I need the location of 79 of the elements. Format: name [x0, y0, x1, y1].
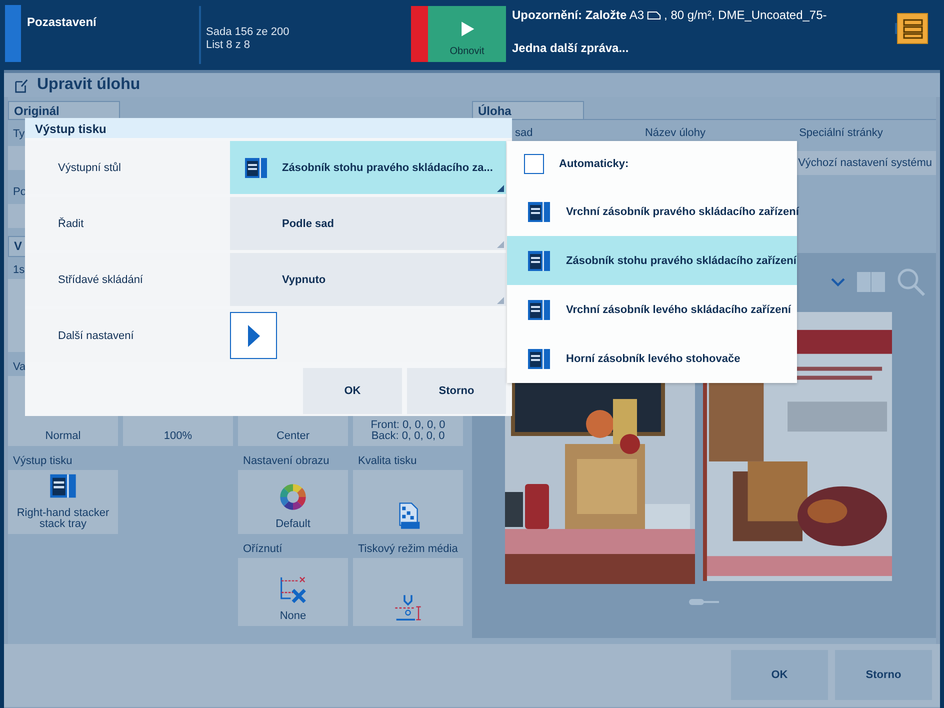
dialog-button[interactable]: OK: [303, 368, 402, 414]
setting-tile[interactable]: [353, 558, 463, 626]
media-mode-icon: [394, 594, 422, 622]
option-label: Horní zásobník levého stohovače: [566, 352, 740, 364]
printer-status: Pozastavení: [27, 6, 201, 64]
field-label: Ty: [12, 127, 26, 142]
setting-label: Střídavé skládání: [57, 274, 144, 286]
chevron-down-icon[interactable]: [830, 277, 846, 287]
play-icon: [246, 324, 260, 348]
stacker-tray-icon: [244, 156, 268, 180]
menu-item[interactable]: Automaticky:: [507, 141, 797, 187]
setting-label: Výstupní stůl: [57, 162, 122, 174]
dialog-button[interactable]: Storno: [407, 368, 506, 414]
menu-item[interactable]: Zásobník stohu pravého skládacího zařízení: [507, 236, 797, 285]
tile-label: Kvalita tisku: [357, 454, 417, 469]
edit-document-icon: [14, 78, 29, 92]
field-label: Název úlohy: [644, 126, 706, 141]
tile-label: Oříznutí: [242, 542, 282, 557]
status-indicator: [5, 5, 21, 62]
tile-label: Tiskový režim média: [357, 542, 458, 557]
section-tab[interactable]: Originál: [8, 101, 120, 119]
tile-value: Normal: [45, 431, 81, 442]
menu-item[interactable]: Horní zásobník levého stohovače: [507, 334, 797, 383]
corner-icon: [497, 185, 504, 192]
paper-orientation-icon: [647, 10, 662, 20]
menu-item[interactable]: Vrchní zásobník levého skládacího zařízení: [507, 285, 797, 334]
setting-tile[interactable]: None: [238, 558, 348, 626]
resume-button[interactable]: Obnovit: [428, 6, 506, 62]
more-messages-link[interactable]: Jedna další zpráva...: [512, 41, 629, 55]
tile-label: Va: [12, 360, 26, 375]
setting-field[interactable]: Výchozí nastavení systému: [794, 151, 936, 175]
field-label: Speciální stránky: [798, 126, 884, 141]
stacker-tray-icon: [49, 472, 77, 500]
dropdown[interactable]: Zásobník stohu pravého skládacího za...: [230, 141, 506, 194]
tile-label: Výstup tisku: [12, 454, 72, 469]
option-label: Vrchní zásobník levého skládacího zařízení: [566, 304, 791, 316]
setting-tile[interactable]: Right-hand stacker stack tray: [8, 470, 118, 534]
trim-icon: [279, 575, 307, 603]
message-text: Upozornění: Založte A3: [512, 8, 644, 22]
stacker-tray-icon: [527, 298, 551, 322]
option-label: Zásobník stohu pravého skládacího zařízení: [566, 254, 796, 266]
tile-value: None: [280, 611, 306, 622]
dropdown[interactable]: Vypnuto: [230, 253, 506, 306]
option-label: Vrchní zásobník pravého skládacího zařízení: [566, 206, 799, 218]
stacker-tray-icon: [527, 200, 551, 224]
job-counter: List 8 z 8: [206, 39, 252, 52]
tile-label: 1s: [12, 263, 25, 278]
checkbox[interactable]: [524, 154, 544, 174]
server-icon: [901, 17, 925, 41]
stacker-tray-icon: [527, 248, 551, 272]
corner-icon: [497, 241, 504, 248]
menu-item[interactable]: Vrchní zásobník pravého skládacího zařízení: [507, 187, 797, 236]
dropdown[interactable]: Podle sad: [230, 197, 506, 250]
corner-icon: [497, 297, 504, 304]
dialog-button[interactable]: Storno: [835, 650, 932, 700]
error-indicator: [411, 6, 428, 62]
tile-value: Right-hand stacker stack tray: [16, 508, 110, 530]
setting-tile[interactable]: [353, 470, 463, 534]
stacker-tray-icon: [527, 346, 551, 370]
checkbox-label: Automaticky:: [559, 158, 629, 170]
setting-label: Další nastavení: [57, 330, 135, 342]
section-tab[interactable]: Úloha: [472, 101, 584, 119]
message-text: , 80 g/m², DME_Uncoated_75-: [664, 8, 827, 22]
tile-value: Default: [276, 519, 310, 530]
page-title: Upravit úlohu: [37, 76, 140, 94]
dialog-title: Výstup tisku: [25, 118, 512, 138]
tile-value: Front: 0, 0, 0, 0 Back: 0, 0, 0, 0: [370, 420, 446, 442]
job-counter: Sada 156 ze 200: [206, 26, 290, 39]
tile-value: Center: [276, 431, 310, 442]
tile-value: 100%: [164, 431, 192, 442]
tile-label: Nastavení obrazu: [242, 454, 330, 469]
setting-label: Řadit: [57, 218, 85, 230]
field-label: sad: [514, 126, 534, 141]
dialog-button[interactable]: OK: [731, 650, 828, 700]
setting-tile[interactable]: Default: [238, 470, 348, 534]
scroll-indicator: [689, 598, 719, 606]
next-button[interactable]: [230, 312, 277, 359]
server-button[interactable]: [897, 13, 928, 44]
color-wheel-icon: [279, 483, 307, 511]
